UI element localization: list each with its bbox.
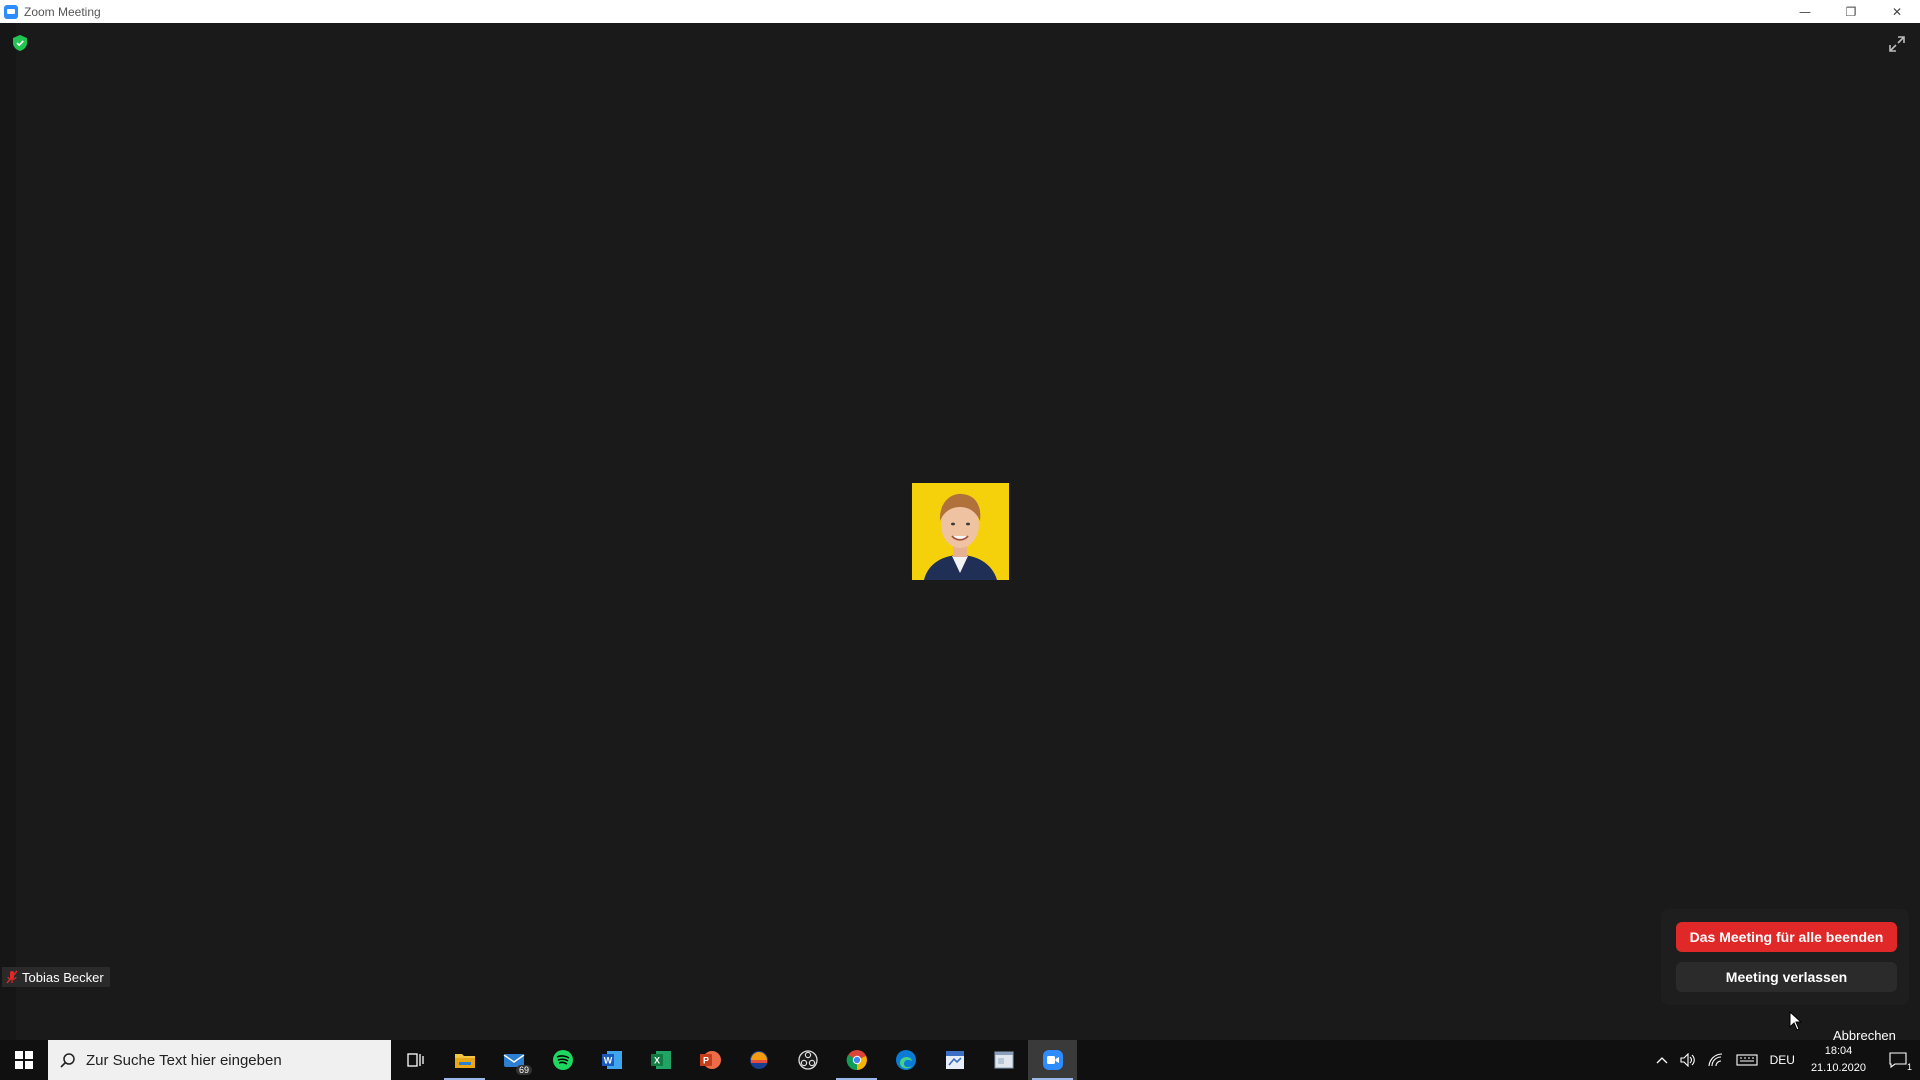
security-shield-icon[interactable] (13, 35, 27, 51)
participant-name: Tobias Becker (22, 969, 104, 985)
mouse-cursor-icon (1789, 1011, 1803, 1031)
leave-meeting-button[interactable]: Meeting verlassen (1676, 962, 1897, 992)
windows-logo-icon (15, 1051, 33, 1069)
mail-icon[interactable]: 69 (489, 1040, 538, 1080)
taskbar-search-box[interactable] (48, 1040, 391, 1080)
clock-date: 21.10.2020 (1810, 1062, 1866, 1074)
notification-center-icon[interactable]: 1 (1876, 1040, 1920, 1080)
word-icon[interactable]: W (587, 1040, 636, 1080)
start-button[interactable] (0, 1040, 48, 1080)
search-input[interactable] (86, 1051, 366, 1069)
show-hidden-icons-chevron-icon[interactable] (1650, 1040, 1674, 1080)
title-bar: Zoom Meeting — ❐ ✕ (0, 0, 1920, 23)
excel-icon[interactable]: X (636, 1040, 685, 1080)
chrome-icon[interactable] (832, 1040, 881, 1080)
clock-time: 18:04 (1824, 1045, 1853, 1057)
system-clock[interactable]: 18:04 21.10.2020 (1801, 1043, 1876, 1077)
windows-taskbar: 69 W X P (0, 1040, 1920, 1080)
notification-count: 1 (1906, 1062, 1912, 1072)
taskbar-app-icons: 69 W X P (391, 1040, 1077, 1080)
muted-microphone-icon (6, 970, 18, 984)
powerpoint-icon[interactable]: P (685, 1040, 734, 1080)
input-language[interactable]: DEU (1764, 1040, 1801, 1080)
window-app-icon[interactable] (979, 1040, 1028, 1080)
participant-avatar (912, 483, 1009, 580)
close-button[interactable]: ✕ (1874, 0, 1920, 23)
file-explorer-icon[interactable] (440, 1040, 489, 1080)
left-edge-strip (0, 23, 16, 1040)
search-icon (60, 1053, 75, 1068)
system-tray: DEU 18:04 21.10.2020 1 (1650, 1040, 1920, 1080)
obs-icon[interactable] (783, 1040, 832, 1080)
window-title: Zoom Meeting (24, 4, 101, 19)
mail-badge: 69 (515, 1065, 532, 1075)
svg-text:P: P (702, 1056, 708, 1066)
task-view-icon[interactable] (391, 1040, 440, 1080)
restore-button[interactable]: ❐ (1828, 0, 1874, 23)
zoom-taskbar-icon[interactable] (1028, 1040, 1077, 1080)
svg-text:W: W (603, 1056, 612, 1066)
svg-text:X: X (653, 1056, 659, 1066)
participant-name-tag: Tobias Becker (2, 967, 110, 987)
keyboard-icon[interactable] (1730, 1040, 1764, 1080)
minimize-button[interactable]: — (1782, 0, 1828, 23)
end-meeting-for-all-button[interactable]: Das Meeting für alle beenden (1676, 922, 1897, 952)
window-controls: — ❐ ✕ (1782, 0, 1920, 23)
orange-app-icon[interactable] (734, 1040, 783, 1080)
meeting-view: Tobias Becker Das Meeting für alle beend… (0, 23, 1920, 1043)
network-icon[interactable] (1702, 1040, 1730, 1080)
edge-icon[interactable] (881, 1040, 930, 1080)
zoom-app-icon (4, 4, 18, 19)
blue-app-icon[interactable] (930, 1040, 979, 1080)
fullscreen-icon[interactable] (1888, 35, 1906, 53)
volume-icon[interactable] (1674, 1040, 1702, 1080)
leave-meeting-dialog: Das Meeting für alle beenden Meeting ver… (1661, 909, 1909, 1005)
spotify-icon[interactable] (538, 1040, 587, 1080)
